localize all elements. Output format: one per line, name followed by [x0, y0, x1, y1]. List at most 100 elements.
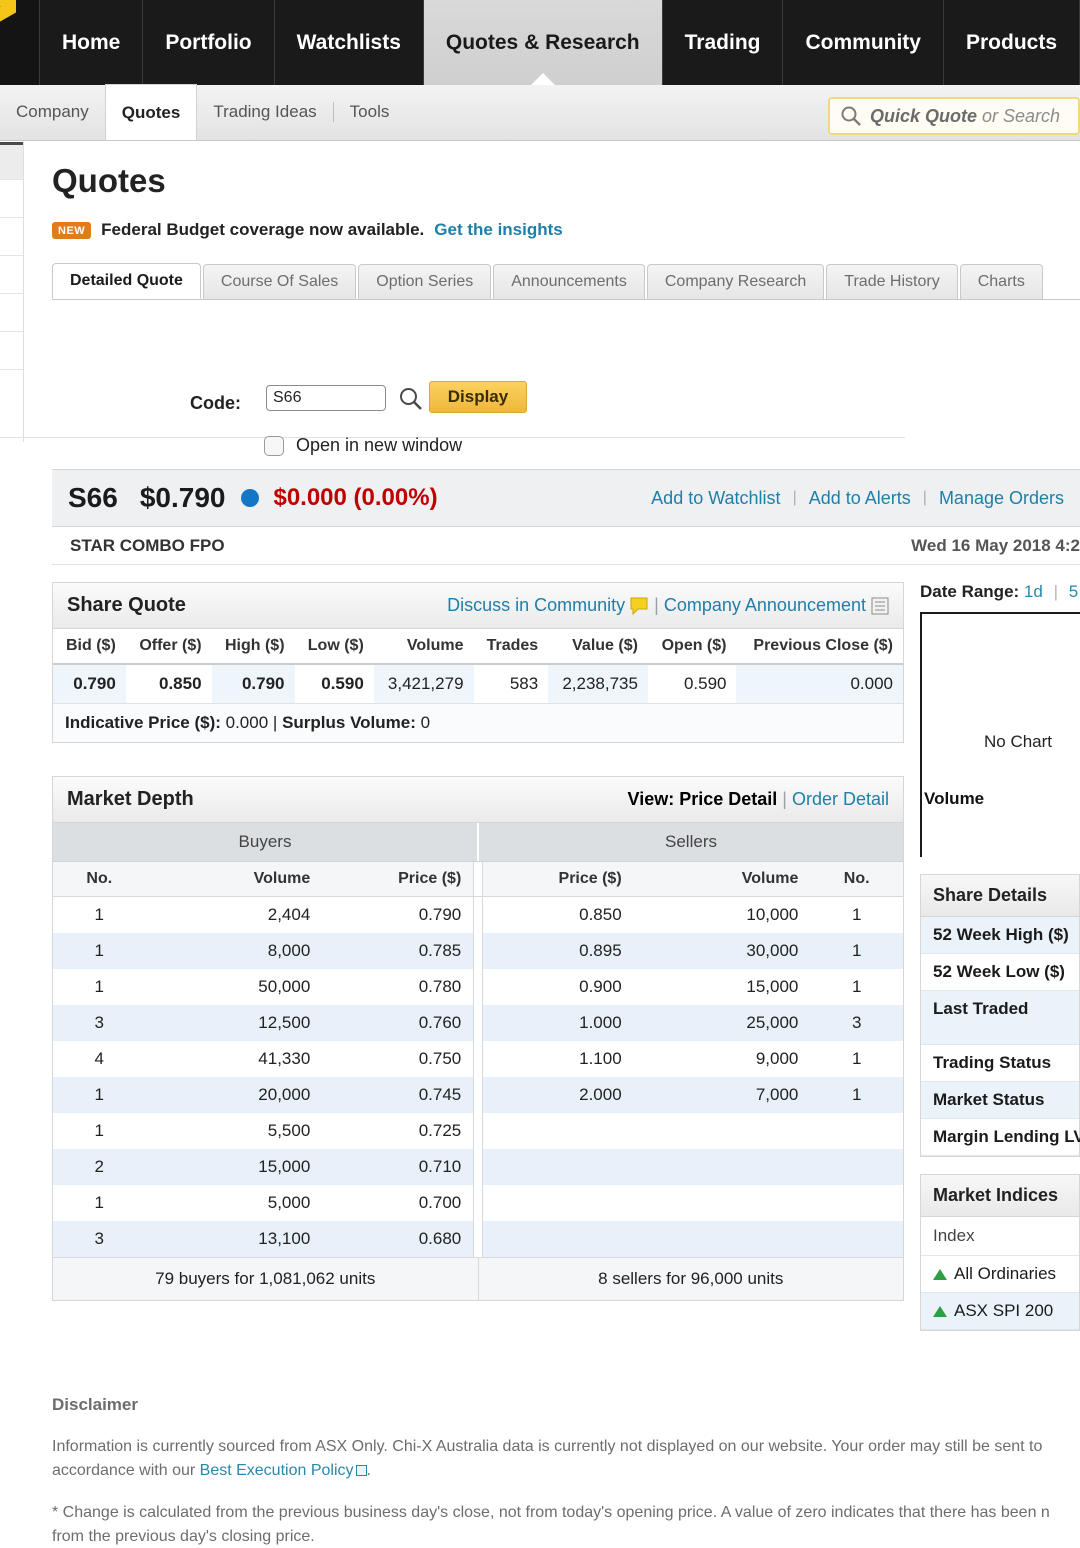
tab-label: Announcements	[511, 273, 627, 290]
date-range-option-1d[interactable]: 1d	[1024, 582, 1043, 601]
cell-bid: 0.790	[53, 664, 126, 703]
external-link-icon	[355, 1465, 367, 1476]
disclaimer-section: Disclaimer Information is currently sour…	[52, 1395, 1080, 1548]
tab-detailed-quote[interactable]: Detailed Quote	[52, 263, 201, 299]
cell-offer: 0.850	[159, 674, 202, 693]
quote-tabs: Detailed Quote Course Of Sales Option Se…	[52, 263, 1080, 300]
col-trades: Trades	[473, 629, 549, 665]
topnav-label: Home	[61, 30, 121, 54]
sidebar-stub-row[interactable]	[0, 294, 23, 332]
col-bid: Bid ($)	[53, 629, 126, 665]
cell-trades: 583	[509, 674, 539, 693]
subnav-item-company[interactable]: Company	[0, 84, 105, 140]
index-name: All Ordinaries	[954, 1264, 1057, 1283]
topnav-label: Portfolio	[165, 30, 252, 54]
topnav-item-home[interactable]: Home	[40, 0, 144, 85]
sidebar-stub-row[interactable]	[0, 218, 23, 256]
code-input[interactable]	[266, 385, 386, 411]
cell-buyer-volume: 8,000	[145, 933, 323, 969]
cell-buyer-volume: 2,404	[267, 905, 311, 924]
subnav-item-trading-ideas[interactable]: Trading Ideas	[197, 84, 332, 140]
market-index-row-asx-spi-200[interactable]: ASX SPI 200	[921, 1293, 1079, 1330]
cell-seller-price: 0.850	[579, 905, 622, 924]
topnav-item-watchlists[interactable]: Watchlists	[275, 0, 424, 85]
subnav-label: Trading Ideas	[213, 102, 317, 121]
company-announcement-link[interactable]: Company Announcement	[664, 595, 866, 616]
market-depth-header: Market Depth View: Price Detail | Order …	[53, 777, 903, 823]
disclaimer-text: accordance with our	[52, 1462, 200, 1479]
page-title: Quotes	[52, 162, 166, 199]
status-dot-icon	[241, 489, 260, 507]
indicative-price-row: Indicative Price ($): 0.000 | Surplus Vo…	[53, 703, 903, 742]
code-search-icon[interactable]	[398, 386, 424, 417]
sidebar-stub-row[interactable]	[0, 142, 23, 180]
subnav-item-tools[interactable]: Tools	[334, 84, 406, 140]
open-in-new-window-checkbox[interactable]	[264, 435, 284, 456]
cell-seller-volume: 25,000	[633, 1005, 811, 1041]
cell-seller-price: 0.895	[482, 933, 634, 969]
sidebar-stub-row[interactable]	[0, 256, 23, 294]
disclaimer-paragraph-1: Information is currently sourced from AS…	[52, 1435, 1080, 1483]
best-execution-policy-link[interactable]: Best Execution Policy	[200, 1462, 354, 1479]
topnav-item-products[interactable]: Products	[944, 0, 1080, 85]
share-quote-links: Discuss in Community | Company Announcem…	[447, 595, 889, 616]
share-details-row-52-week-high: 52 Week High ($)	[921, 917, 1079, 954]
order-detail-link[interactable]: Order Detail	[792, 789, 889, 810]
topnav-label: Watchlists	[296, 30, 401, 54]
col-offer: Offer ($)	[125, 629, 212, 665]
market-indices-column-header: Index	[921, 1217, 1079, 1256]
tab-option-series[interactable]: Option Series	[358, 264, 492, 299]
table-row: 1 20,000 0.745 2.000 7,000 1	[53, 1077, 903, 1113]
table-row: 3 13,100 0.680	[53, 1221, 903, 1257]
add-to-watchlist-link[interactable]: Add to Watchlist	[651, 488, 780, 509]
tab-label: Option Series	[376, 273, 474, 290]
subnav-item-quotes[interactable]: Quotes	[104, 84, 198, 140]
manage-orders-link[interactable]: Manage Orders	[939, 488, 1064, 509]
share-details-row-margin-lending-lvr: Margin Lending LV	[921, 1119, 1080, 1156]
date-range-option-5d[interactable]: 5	[1069, 582, 1078, 601]
discuss-in-community-link[interactable]: Discuss in Community	[447, 595, 625, 616]
cell-buyer-price: 0.790	[418, 905, 462, 924]
quote-company-row: STAR COMBO FPO Wed 16 May 2018 4:2	[52, 527, 1080, 565]
table-row: 4 41,330 0.750 1.100 9,000 1	[53, 1041, 903, 1077]
column-separator	[473, 969, 483, 1005]
column-separator	[473, 1041, 483, 1077]
arrow-up-icon	[933, 1305, 947, 1317]
tab-announcements[interactable]: Announcements	[493, 264, 645, 299]
promo-link[interactable]: Get the insights	[434, 220, 562, 240]
sidebar-stub-row[interactable]	[0, 180, 23, 218]
cell-seller-no: 1	[810, 933, 903, 969]
open-in-new-window-option[interactable]: Open in new window	[264, 435, 462, 456]
comment-bubble-icon	[630, 597, 648, 615]
topnav-item-trading[interactable]: Trading	[663, 0, 784, 85]
view-price-detail-label: View: Price Detail	[627, 789, 778, 809]
sellers-summary: 8 sellers for 96,000 units	[598, 1269, 784, 1288]
cell-seller-no: 1	[851, 905, 862, 924]
topnav-item-portfolio[interactable]: Portfolio	[143, 0, 275, 85]
topnav-item-community[interactable]: Community	[783, 0, 944, 85]
column-separator	[473, 1005, 483, 1041]
cell-seller-volume: 15,000	[746, 977, 799, 996]
quote-timestamp: Wed 16 May 2018 4:2	[911, 535, 1080, 555]
cell-seller-no: 1	[810, 1077, 903, 1113]
link-divider: |	[922, 489, 927, 506]
cell-seller-volume	[634, 1185, 811, 1221]
table-row: 1 5,000 0.700	[53, 1185, 903, 1221]
quick-quote-search-input[interactable]: Quick Quote or Search	[828, 97, 1080, 135]
table-row: 2 15,000 0.710	[53, 1149, 903, 1185]
share-details-row-last-traded: Last Traded	[921, 991, 1079, 1045]
tab-company-research[interactable]: Company Research	[646, 264, 825, 299]
tab-charts[interactable]: Charts	[959, 264, 1043, 299]
add-to-alerts-link[interactable]: Add to Alerts	[809, 488, 911, 509]
market-index-row-all-ordinaries[interactable]: All Ordinaries	[921, 1256, 1079, 1293]
cell-seller-price: 0.900	[579, 977, 622, 996]
display-button[interactable]: Display	[429, 381, 527, 413]
tab-trade-history[interactable]: Trade History	[826, 264, 958, 299]
cell-buyer-volume: 41,330	[258, 1049, 311, 1068]
cell-buyer-price: 0.750	[418, 1049, 462, 1068]
topnav-item-quotes-and-research[interactable]: Quotes & Research	[423, 0, 663, 86]
market-depth-group-header: Buyers Sellers	[53, 823, 903, 862]
promo-text: Federal Budget coverage now available.	[101, 220, 425, 239]
tab-course-of-sales[interactable]: Course Of Sales	[202, 264, 357, 299]
brand-logo[interactable]	[0, 0, 40, 85]
